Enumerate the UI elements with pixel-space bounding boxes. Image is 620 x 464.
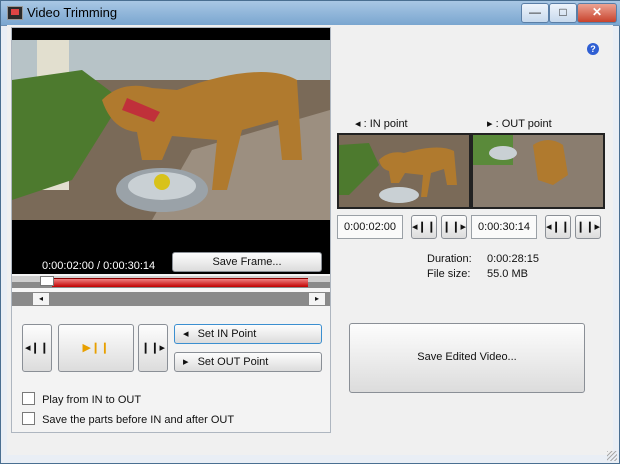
out-marker-handle[interactable]: ▸ <box>308 292 326 306</box>
close-button[interactable]: ✕ <box>577 3 617 23</box>
video-trimming-window: Video Trimming — □ ✕ 0:00:02:00 / 0:00:3… <box>0 0 620 464</box>
in-point-time: 0:00:02:00 <box>337 215 403 239</box>
app-icon <box>7 6 23 20</box>
timeline-rail <box>12 288 330 292</box>
set-out-point-button[interactable]: ▸ Set OUT Point <box>174 352 322 372</box>
flag-left-icon: ◂ <box>183 328 189 340</box>
duration-value: 0:00:28:15 <box>487 253 539 265</box>
flag-right-icon: ▸ <box>487 118 493 130</box>
in-step-forward-button[interactable]: ❙❙▸ <box>441 215 467 239</box>
filesize-value: 55.0 MB <box>487 268 528 280</box>
filesize-label: File size: <box>427 268 471 280</box>
minimize-button[interactable]: — <box>521 3 549 23</box>
out-point-time: 0:00:30:14 <box>471 215 537 239</box>
trim-info-panel: ? ◂ : IN point ▸ : OUT point 0:00:02:00 … <box>337 25 607 445</box>
out-step-forward-button[interactable]: ❙❙▸ <box>575 215 601 239</box>
in-marker-handle[interactable]: ◂ <box>32 292 50 306</box>
resize-grip[interactable] <box>607 451 617 461</box>
in-step-back-button[interactable]: ◂❙❙ <box>411 215 437 239</box>
set-out-point-label: Set OUT Point <box>197 356 269 368</box>
selected-range <box>52 278 308 287</box>
dialog-client-area: 0:00:02:00 / 0:00:30:14 Save Frame... ◂ … <box>7 25 613 455</box>
in-point-legend: ◂ : IN point <box>355 117 408 130</box>
player-panel: 0:00:02:00 / 0:00:30:14 Save Frame... ◂ … <box>11 27 331 433</box>
play-in-out-label: Play from IN to OUT <box>42 394 142 406</box>
flag-left-icon: ◂ <box>355 118 361 130</box>
set-in-point-label: Set IN Point <box>197 328 257 340</box>
out-point-legend-label: : OUT point <box>495 118 552 130</box>
maximize-button[interactable]: □ <box>549 3 577 23</box>
duration-label: Duration: <box>427 253 472 265</box>
play-in-out-checkbox[interactable] <box>22 392 35 405</box>
in-point-thumbnail <box>337 133 471 209</box>
out-point-legend: ▸ : OUT point <box>487 117 552 130</box>
title-bar[interactable]: Video Trimming — □ ✕ <box>1 1 620 26</box>
save-frame-button[interactable]: Save Frame... <box>172 252 322 272</box>
save-parts-option[interactable]: Save the parts before IN and after OUT <box>22 412 234 426</box>
flag-right-icon: ▸ <box>183 356 189 368</box>
window-title: Video Trimming <box>27 5 118 20</box>
help-icon[interactable]: ? <box>587 43 599 55</box>
save-parts-checkbox[interactable] <box>22 412 35 425</box>
time-readout: 0:00:02:00 / 0:00:30:14 <box>42 260 156 272</box>
step-forward-button[interactable]: ❙❙▸ <box>138 324 168 372</box>
play-in-out-option[interactable]: Play from IN to OUT <box>22 392 141 406</box>
save-edited-video-button[interactable]: Save Edited Video... <box>349 323 585 393</box>
out-point-thumbnail <box>471 133 605 209</box>
video-preview[interactable]: 0:00:02:00 / 0:00:30:14 Save Frame... <box>12 28 330 274</box>
in-thumb-image <box>339 135 469 207</box>
set-in-point-button[interactable]: ◂ Set IN Point <box>174 324 322 344</box>
in-point-legend-label: : IN point <box>363 118 408 130</box>
play-pause-button[interactable]: ▶❙❙ <box>58 324 134 372</box>
save-parts-label: Save the parts before IN and after OUT <box>42 414 235 426</box>
timeline-slider[interactable] <box>12 276 330 306</box>
step-back-button[interactable]: ◂❙❙ <box>22 324 52 372</box>
out-step-back-button[interactable]: ◂❙❙ <box>545 215 571 239</box>
playhead-thumb[interactable] <box>40 276 54 286</box>
video-frame-image <box>12 40 330 220</box>
playback-controls: ◂❙❙ ▶❙❙ ❙❙▸ ◂ Set IN Point ▸ Set OUT Poi… <box>22 324 322 376</box>
out-thumb-image <box>473 135 603 207</box>
